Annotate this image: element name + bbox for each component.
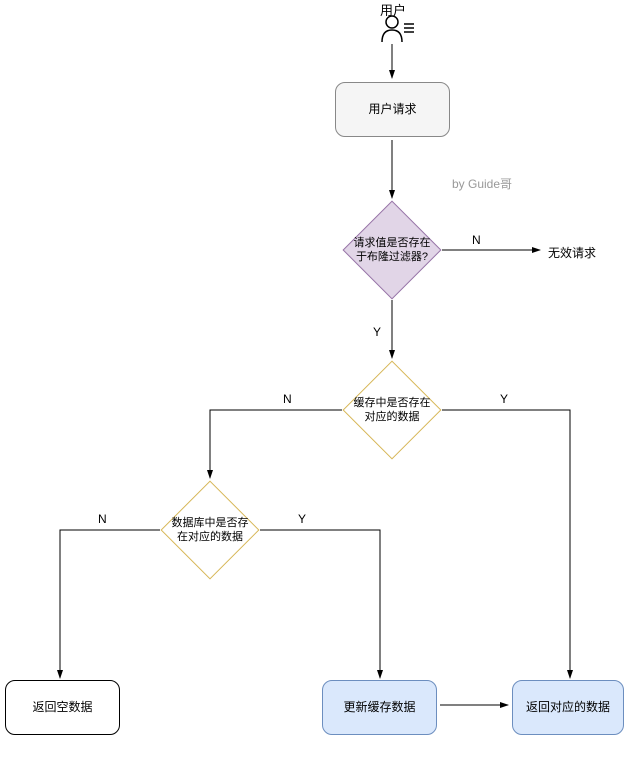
flowchart-connectors <box>0 0 626 758</box>
actor-label: 用户 <box>380 0 406 19</box>
node-text: 更新缓存数据 <box>343 700 415 716</box>
edge-label-yes: Y <box>298 512 306 526</box>
node-update-cache: 更新缓存数据 <box>322 680 437 735</box>
credit-text: by Guide哥 <box>452 175 512 192</box>
node-cache-check: 缓存中是否存在对应的数据 <box>342 360 442 460</box>
edge-label-yes: Y <box>373 325 381 339</box>
edge-label-no: N <box>472 233 481 247</box>
actor-user: 用户 <box>380 2 420 47</box>
node-text: 请求值是否存在于布隆过滤器? <box>342 200 442 300</box>
edge-label-no: N <box>98 512 107 526</box>
node-return-empty: 返回空数据 <box>5 680 120 735</box>
node-bloom-filter: 请求值是否存在于布隆过滤器? <box>342 200 442 300</box>
node-text: 缓存中是否存在对应的数据 <box>342 360 442 460</box>
node-text: 数据库中是否存在对应的数据 <box>160 480 260 580</box>
node-db-check: 数据库中是否存在对应的数据 <box>160 480 260 580</box>
node-return-data: 返回对应的数据 <box>512 680 624 735</box>
edge-label-no: N <box>283 392 292 406</box>
node-text: 返回对应的数据 <box>526 700 610 716</box>
edge-label-yes: Y <box>500 392 508 406</box>
node-user-request: 用户请求 <box>335 82 450 137</box>
node-text: 返回空数据 <box>32 700 92 716</box>
node-text: 用户请求 <box>368 102 416 118</box>
node-invalid-request: 无效请求 <box>548 244 596 261</box>
